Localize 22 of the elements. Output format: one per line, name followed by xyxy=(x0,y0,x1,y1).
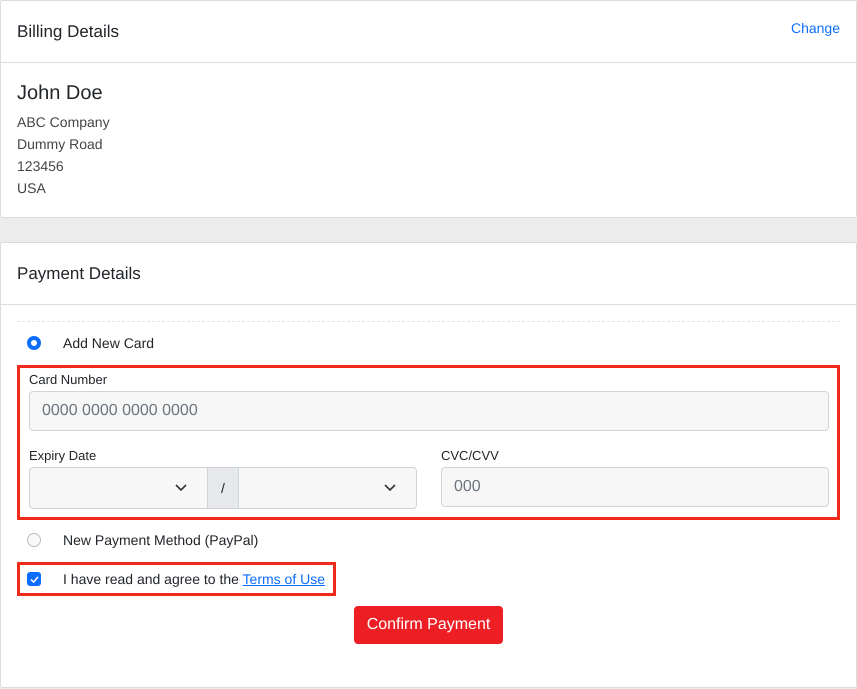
card-title: Billing Details xyxy=(17,22,120,42)
terms-text: I have read and agree to the Terms of Use xyxy=(63,571,326,587)
address-line: ABC Company xyxy=(17,113,111,132)
cvc-field[interactable]: 000 xyxy=(441,467,829,507)
field-label: CVC/CVV xyxy=(441,448,500,463)
card-number-field[interactable]: 0000 0000 0000 0000 xyxy=(29,391,829,431)
customer-name: John Doe xyxy=(17,82,104,105)
checkbox[interactable] xyxy=(27,572,41,586)
change-link[interactable]: Change xyxy=(790,20,840,36)
card-title: Payment Details xyxy=(17,264,141,284)
address-line: 123456 xyxy=(17,157,65,176)
checkmark-icon xyxy=(30,576,38,582)
address-line: USA xyxy=(17,179,47,198)
radio-label: Add New Card xyxy=(63,335,154,351)
address-line: Dummy Road xyxy=(17,135,104,154)
field-label: Card Number xyxy=(29,372,108,387)
radio-button[interactable] xyxy=(27,336,41,350)
radio-button[interactable] xyxy=(27,533,41,547)
confirm-payment-button[interactable]: Confirm Payment xyxy=(354,606,504,644)
terms-link[interactable]: Terms of Use xyxy=(242,571,326,587)
radio-label: New Payment Method (PayPal) xyxy=(63,532,258,548)
field-label: Expiry Date xyxy=(29,448,98,463)
